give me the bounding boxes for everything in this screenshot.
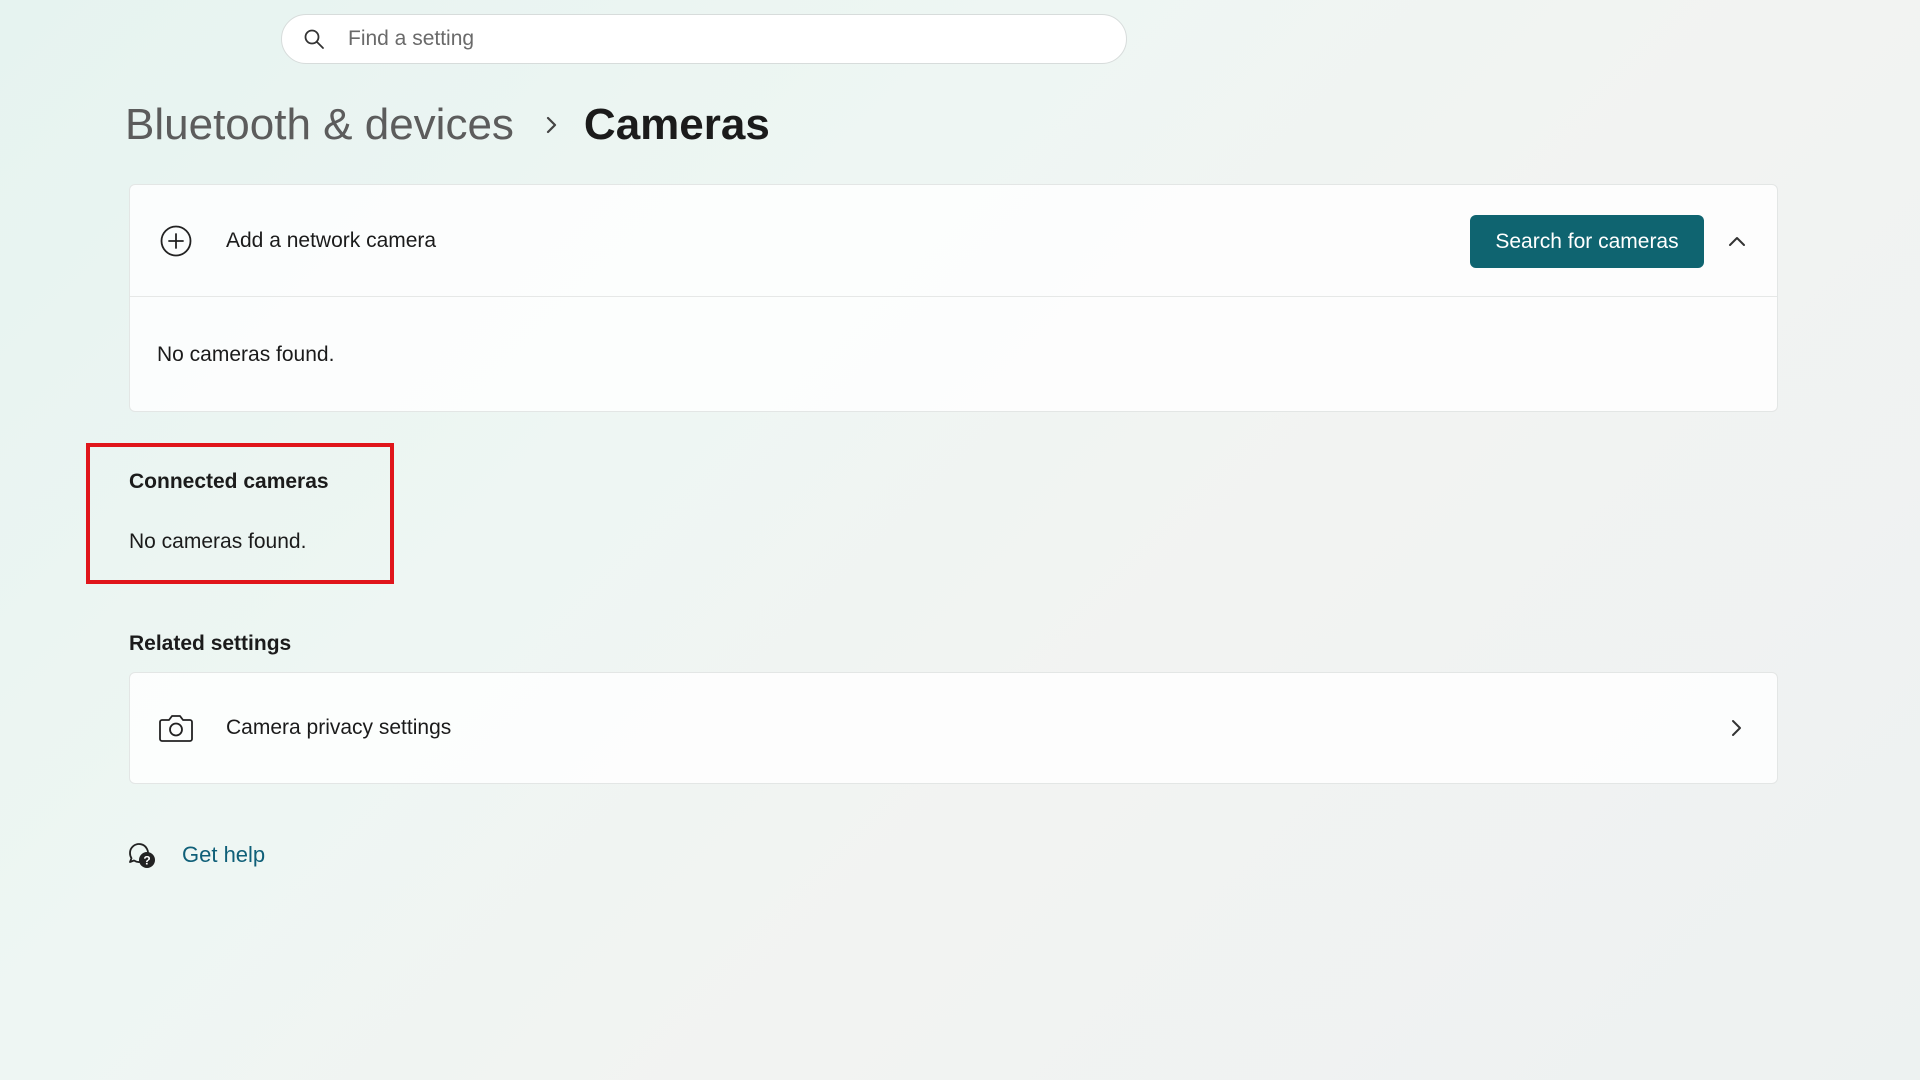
- page-title: Cameras: [583, 100, 770, 149]
- highlight-box: [86, 443, 394, 584]
- chevron-right-icon: [544, 114, 560, 136]
- svg-text:?: ?: [143, 854, 150, 868]
- network-camera-results: No cameras found.: [130, 297, 1777, 413]
- breadcrumb: Bluetooth & devices Cameras: [125, 92, 770, 158]
- connected-cameras-heading: Connected cameras: [129, 470, 329, 493]
- camera-icon: [158, 710, 194, 746]
- help-chat-icon: ?: [127, 840, 157, 870]
- add-network-camera-row[interactable]: Add a network camera Search for cameras: [130, 185, 1777, 297]
- network-camera-card: Add a network camera Search for cameras …: [129, 184, 1778, 412]
- camera-privacy-settings-label: Camera privacy settings: [226, 716, 452, 739]
- search-for-cameras-button[interactable]: Search for cameras: [1470, 215, 1704, 268]
- add-network-camera-label: Add a network camera: [226, 228, 437, 252]
- camera-privacy-settings-card[interactable]: Camera privacy settings: [129, 672, 1778, 784]
- search-input[interactable]: [346, 26, 1050, 52]
- get-help-link[interactable]: Get help: [182, 842, 265, 868]
- no-connected-cameras-message: No cameras found.: [129, 530, 307, 553]
- get-help[interactable]: ? Get help: [127, 840, 265, 870]
- related-settings-heading: Related settings: [129, 632, 292, 655]
- search-icon: [300, 25, 328, 53]
- chevron-right-icon: [1720, 712, 1752, 744]
- breadcrumb-parent-link[interactable]: Bluetooth & devices: [125, 100, 514, 150]
- no-network-cameras-message: No cameras found.: [157, 343, 335, 366]
- list-item[interactable]: Camera privacy settings: [130, 673, 1777, 783]
- chevron-up-icon[interactable]: [1721, 225, 1753, 257]
- add-circle-icon: [158, 223, 194, 259]
- settings-search-box[interactable]: [281, 14, 1127, 64]
